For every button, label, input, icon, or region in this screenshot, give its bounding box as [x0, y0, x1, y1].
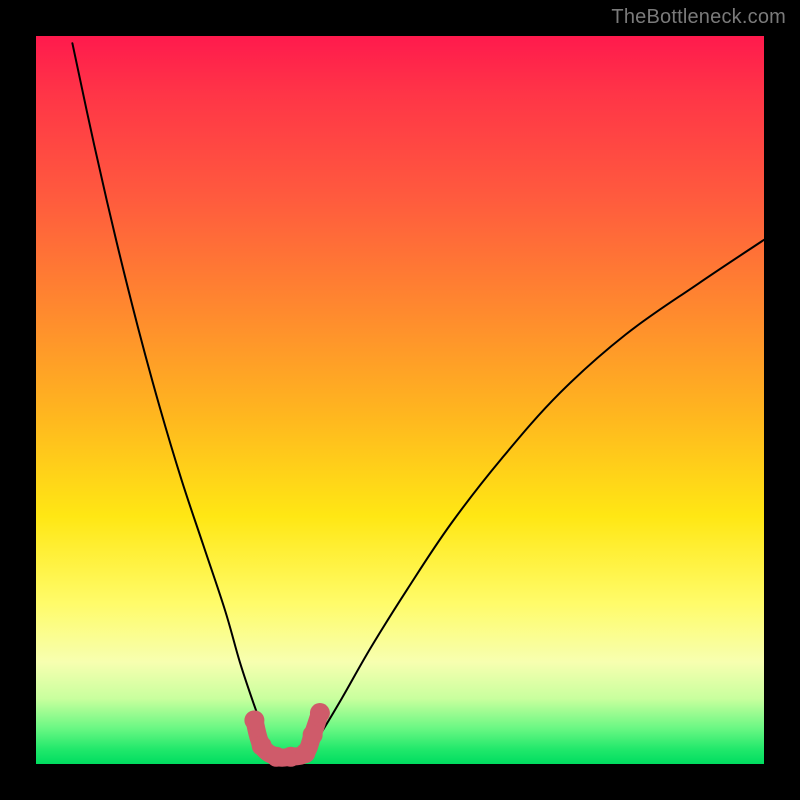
left-curve: [72, 43, 276, 756]
plot-area: [36, 36, 764, 764]
right-curve: [305, 240, 764, 757]
highlight-dot: [295, 743, 315, 763]
highlight-dot: [244, 710, 264, 730]
watermark-text: TheBottleneck.com: [611, 6, 786, 29]
highlight-dot: [303, 725, 323, 745]
highlight-dot: [310, 703, 330, 723]
curve-layer: [36, 36, 764, 764]
chart-frame: TheBottleneck.com: [0, 0, 800, 800]
